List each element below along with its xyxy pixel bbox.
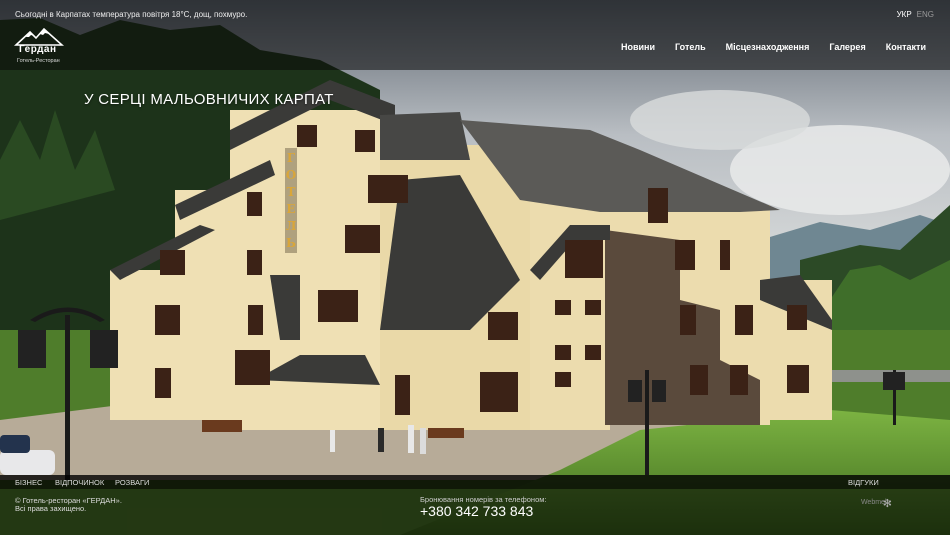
category-entertainment[interactable]: РОЗВАГИ	[115, 478, 149, 487]
cloud	[630, 90, 810, 150]
category-reviews[interactable]: ВІДГУКИ	[848, 478, 879, 487]
nav-item-hotel[interactable]: Готель	[675, 42, 706, 52]
nav-item-location[interactable]: Місцезнаходження	[726, 42, 810, 52]
category-leisure[interactable]: ВІДПОЧИНОК	[55, 478, 104, 487]
nav-item-gallery[interactable]: Галерея	[829, 42, 865, 52]
copyright-rights: Всі права захищено.	[15, 504, 87, 513]
car	[0, 435, 30, 453]
lang-ukr[interactable]: УКР	[897, 10, 912, 19]
category-bar: БІЗНЕС ВІДПОЧИНОК РОЗВАГИ ВІДГУКИ	[0, 475, 950, 489]
category-business[interactable]: БІЗНЕС	[15, 478, 42, 487]
main-nav: Новини Готель Місцезнаходження Галерея К…	[621, 42, 926, 52]
lang-eng[interactable]: ENG	[917, 10, 934, 19]
phone-number[interactable]: +380 342 733 843	[420, 503, 533, 519]
hero-title: У СЕРЦІ МАЛЬОВНИЧИХ КАРПАТ	[84, 91, 334, 108]
nav-item-contacts[interactable]: Контакти	[886, 42, 926, 52]
logo[interactable]: Гердан Готель-Ресторан	[14, 28, 64, 66]
logo-subtitle: Готель-Ресторан	[17, 58, 60, 64]
bench	[202, 420, 242, 432]
snowflake-icon: ✻	[882, 498, 892, 510]
hotel-photo	[0, 0, 950, 535]
footer: © Готель-ресторан «ГЕРДАН». Всі права за…	[0, 489, 950, 535]
nav-item-news[interactable]: Новини	[621, 42, 655, 52]
bench	[428, 428, 464, 438]
logo-name: Гердан	[19, 44, 57, 55]
weather-status: Сьогодні в Карпатах температура повітря …	[15, 10, 248, 19]
hotel-sign-text: ГОТЕЛЬ	[285, 151, 297, 250]
top-bar: Сьогодні в Карпатах температура повітря …	[0, 0, 950, 70]
language-switcher: УКР ENG	[897, 10, 934, 19]
car	[0, 450, 55, 475]
